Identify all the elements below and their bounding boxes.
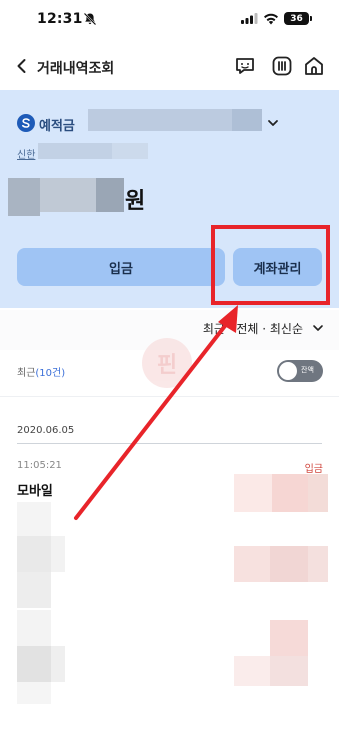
chat-icon[interactable] [233, 54, 257, 78]
masked-text-block [51, 536, 65, 572]
balance-masked-part-dark [96, 178, 124, 212]
logo-mark-icon [22, 118, 30, 128]
chevron-down-icon [313, 325, 323, 331]
page-title: 거래내역조회 [37, 61, 115, 77]
masked-text-block [17, 536, 51, 572]
transaction-time: 11:05:21 [17, 460, 62, 471]
deposit-button-label: 입금 [109, 261, 133, 277]
status-bar: 12:31 36 [0, 0, 339, 44]
masked-text-block [17, 502, 51, 536]
masked-text-block [17, 610, 51, 646]
recent-label: 최근(10건) [17, 364, 65, 379]
masked-text-block [17, 572, 51, 608]
status-time: 12:31 [37, 11, 83, 27]
masked-balance-block [270, 546, 308, 582]
recent-label-text: 최근 [17, 368, 36, 379]
masked-text-block [51, 646, 65, 682]
account-holder-masked-light [112, 143, 148, 159]
masked-balance-block [234, 546, 270, 582]
balance-masked-part [40, 178, 96, 212]
masked-balance-block [234, 656, 270, 686]
masked-amount-block [234, 474, 272, 512]
masked-text-block [17, 646, 51, 682]
currency-unit: 원 [125, 189, 146, 214]
masked-balance-block [308, 546, 328, 582]
masked-balance-block [270, 620, 308, 656]
bank-name: 신한 [17, 150, 36, 161]
recent-count: (10건) [35, 368, 66, 379]
back-icon[interactable] [12, 56, 32, 76]
menu-icon[interactable] [270, 54, 294, 78]
transaction-name[interactable]: 모바일 [17, 480, 53, 499]
masked-text-block [17, 682, 51, 704]
account-holder-masked [38, 143, 112, 159]
deposit-button[interactable]: 입금 [17, 248, 225, 286]
chevron-down-icon[interactable] [266, 116, 280, 130]
filter-label: 최근 · 전체 · 최신순 [202, 322, 303, 336]
highlight-annotation [211, 225, 330, 305]
masked-amount-block [308, 474, 328, 512]
shinhan-logo-icon [17, 114, 35, 132]
wifi-icon [264, 13, 278, 24]
divider [17, 443, 322, 444]
battery-icon: 36 [284, 12, 312, 25]
divider [0, 396, 339, 397]
toggle-label: 잔액 [301, 366, 314, 374]
toggle-knob [279, 362, 297, 380]
account-number-masked-part [232, 109, 262, 131]
balance-masked [8, 178, 40, 216]
signal-icon [241, 13, 258, 24]
home-icon[interactable] [302, 54, 326, 78]
masked-amount-block [272, 474, 308, 512]
masked-balance-block [270, 656, 308, 686]
account-type[interactable]: 예적금 [39, 115, 75, 134]
bell-off-icon [83, 12, 97, 26]
date-header: 2020.06.05 [17, 425, 75, 436]
transaction-type: 입금 [304, 464, 323, 475]
nav-bar: 거래내역조회 [0, 44, 339, 90]
balance-toggle[interactable]: 잔액 [277, 360, 323, 382]
watermark-logo: 핀 [142, 338, 192, 388]
watermark-text: 핀 [156, 353, 178, 378]
battery-level: 36 [290, 13, 303, 24]
